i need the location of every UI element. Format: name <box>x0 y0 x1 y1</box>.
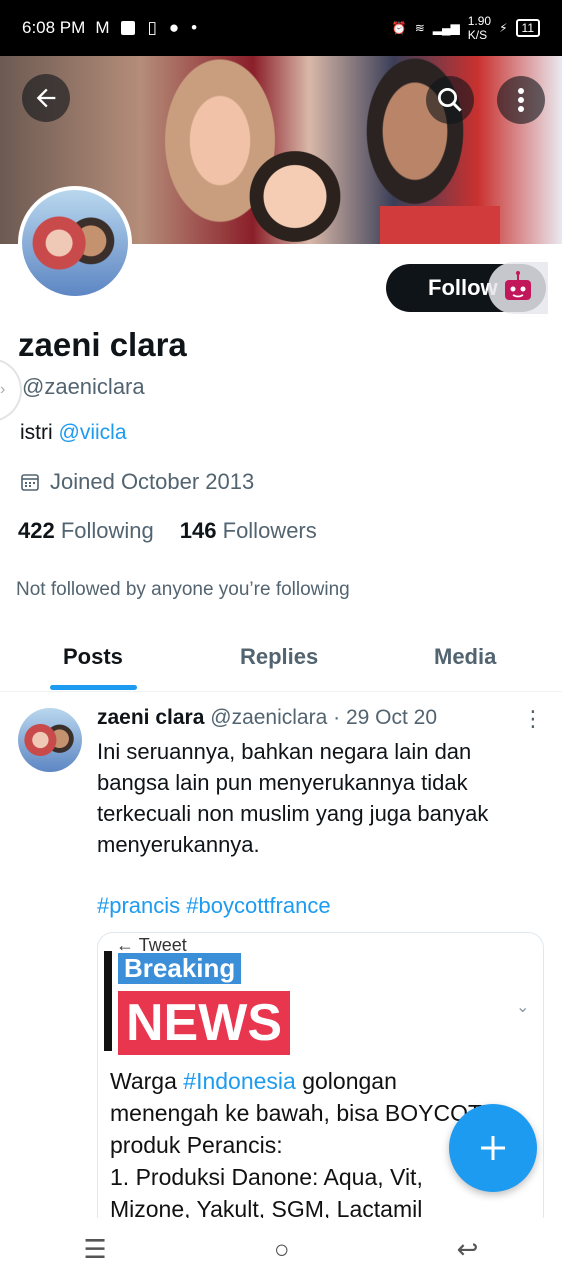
signal-icon: ▂▄▆ <box>432 21 460 35</box>
tweet-header: zaeni clara @zaeniclara · 29 Oct 20 <box>97 706 438 729</box>
profile-handle: @zaeniclara <box>22 374 145 399</box>
tweet-hashtags[interactable]: #prancis #boycottfrance <box>97 893 331 919</box>
plus-icon <box>481 1136 505 1160</box>
profile-tabs: Posts Replies Media <box>0 626 562 692</box>
home-icon[interactable]: ○ <box>274 1234 290 1265</box>
sim-icon: ▯ <box>147 18 157 37</box>
more-vertical-icon <box>518 88 524 112</box>
bio-mention-link[interactable]: @viicla <box>59 421 127 444</box>
bio-text: istri <box>20 421 59 444</box>
media-breaking-label: Breaking <box>118 953 242 984</box>
active-tab-indicator <box>50 685 137 690</box>
compose-button[interactable] <box>449 1104 537 1192</box>
joined-date: Joined October 2013 <box>20 469 254 495</box>
system-nav-bar: ☰ ○ ↩ <box>0 1218 562 1280</box>
tab-replies[interactable]: Replies <box>240 644 318 670</box>
back-nav-icon[interactable]: ↩ <box>457 1234 479 1265</box>
arrow-left-icon <box>36 88 56 108</box>
notification-icons: M ▯ ● • <box>95 18 197 38</box>
alarm-icon: ⏰ <box>391 21 407 35</box>
tweet-text: Ini seruannya, bahkan negara lain dan ba… <box>97 739 489 857</box>
edge-panel-handle[interactable]: › <box>0 358 22 422</box>
profile-avatar[interactable] <box>18 186 132 300</box>
more-button[interactable] <box>497 76 545 124</box>
joined-text: Joined October 2013 <box>50 469 255 494</box>
robot-icon <box>505 271 531 300</box>
wifi-icon: ≋ <box>414 21 425 35</box>
following-link[interactable]: 422 Following <box>18 518 154 544</box>
profile-bio: istri @viicla <box>20 421 127 445</box>
status-time: 6:08 PM <box>22 18 86 37</box>
status-right: ⏰ ≋ ▂▄▆ 1.90 K/S ⚡ 11 <box>392 14 540 42</box>
floating-assistant-bubble[interactable] <box>488 262 548 314</box>
gmail-icon: M <box>95 18 110 37</box>
tweet-author-handle: @zaeniclara <box>210 706 328 729</box>
media-accent-bar <box>104 951 112 1051</box>
profile-name: zaeni clara <box>18 326 187 363</box>
status-bar: 6:08 PM M ▯ ● • ⏰ ≋ ▂▄▆ 1.90 K/S ⚡ 11 <box>0 0 562 56</box>
recents-icon[interactable]: ☰ <box>84 1234 107 1265</box>
tab-posts[interactable]: Posts <box>63 644 123 670</box>
tweet-author-name[interactable]: zaeni clara <box>97 706 204 729</box>
media-news-label: NEWS <box>118 991 290 1055</box>
net-speed: 1.90 K/S <box>467 14 492 42</box>
follow-counts: 422 Following 146 Followers <box>18 518 317 544</box>
battery-icon: 11 <box>515 19 540 37</box>
not-followed-notice: Not followed by anyone you’re following <box>16 579 350 600</box>
tweet-date[interactable]: 29 Oct 20 <box>346 706 437 729</box>
dot-icon: • <box>191 18 198 37</box>
tweet-more-icon[interactable]: ⋮ <box>522 706 544 736</box>
leaf-icon: ● <box>168 18 180 37</box>
app-icon <box>121 21 136 35</box>
followers-link[interactable]: 146 Followers <box>180 518 317 544</box>
charging-icon: ⚡ <box>499 21 508 35</box>
search-button[interactable] <box>426 76 474 124</box>
search-icon <box>438 88 462 112</box>
calendar-icon <box>21 474 39 491</box>
tab-media[interactable]: Media <box>434 644 496 670</box>
chevron-down-icon: ⌄ <box>516 999 530 1016</box>
tweet-avatar[interactable] <box>18 708 82 772</box>
back-button[interactable] <box>22 74 70 122</box>
